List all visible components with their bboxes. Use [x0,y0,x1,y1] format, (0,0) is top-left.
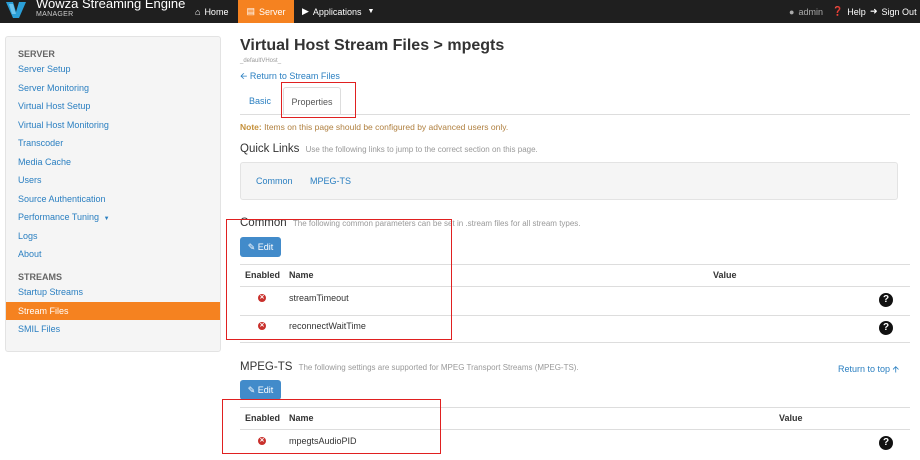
brand-title: Wowza Streaming Engine [36,0,186,11]
caret-down-icon: ▼ [103,216,110,222]
applications-icon: ▶ [302,6,309,16]
highlight-properties-tab [281,82,356,118]
quick-link-mpeg-ts[interactable]: MPEG-TS [310,176,351,186]
return-to-top-link[interactable]: Return to top 🡩 [838,362,899,378]
nav-help-label: Help [847,6,866,17]
sidebar-item-virtual-host-monitoring[interactable]: Virtual Host Monitoring [6,116,220,134]
sidebar-item-startup-streams[interactable]: Startup Streams [6,283,220,301]
nav-help[interactable]: ❓ Help [832,0,866,23]
mpegts-edit-label: Edit [257,385,274,395]
arrow-left-icon: 🡨 [240,71,248,81]
sidebar-heading-server: SERVER [18,49,55,59]
question-circle-icon[interactable]: ? [879,293,893,307]
advanced-note: Note: Items on this page should be confi… [240,122,508,132]
mpegts-col-value: Value [779,413,803,423]
note-text: Items on this page should be configured … [261,122,509,132]
top-navbar: Wowza Streaming Engine MANAGER ⌂ Home ▤ … [0,0,920,23]
pencil-icon: ✎ [247,385,256,395]
sidebar-item-stream-files[interactable]: Stream Files [6,302,220,320]
highlight-mpegts-section [222,399,441,454]
quick-link-common[interactable]: Common [256,176,293,186]
wowza-logo-icon [6,2,26,18]
question-circle-icon[interactable]: ? [879,321,893,335]
arrow-up-icon: 🡩 [892,364,900,374]
sidebar-item-performance-tuning[interactable]: Performance Tuning ▼ [6,208,220,226]
nav-home-label: Home [204,6,229,17]
question-circle-icon[interactable]: ? [879,436,893,450]
brand-subtitle: MANAGER [36,11,74,18]
quick-links-heading: Quick Links Use the following links to j… [240,143,538,155]
monitor-icon: ▤ [246,6,255,16]
sidebar-item-server-setup[interactable]: Server Setup [6,60,220,78]
nav-home[interactable]: ⌂ Home [195,0,228,23]
home-icon: ⌂ [195,6,201,17]
sidebar-item-server-monitoring[interactable]: Server Monitoring [6,79,220,97]
nav-signout-label: Sign Out [881,6,917,17]
mpegts-desc: The following settings are supported for… [298,363,579,372]
sidebar-item-virtual-host-setup[interactable]: Virtual Host Setup [6,97,220,115]
vhost-label: _defaultVHost_ [240,58,282,64]
return-link-label: Return to Stream Files [249,71,340,81]
nav-applications[interactable]: ▶ Applications ▼ [302,0,374,23]
sidebar-item-media-cache[interactable]: Media Cache [6,153,220,171]
nav-applications-label: Applications [312,6,362,17]
caret-down-icon: ▼ [367,8,375,15]
help-icon: ❓ [832,6,844,16]
sidebar-heading-streams: STREAMS [18,272,63,282]
sidebar-item-source-authentication[interactable]: Source Authentication [6,190,220,208]
quick-links-desc: Use the following links to jump to the c… [305,145,538,154]
nav-signout[interactable]: ➜ Sign Out [870,0,917,23]
return-top-label: Return to top [838,364,891,374]
user-icon: ● [789,6,795,17]
sign-out-icon: ➜ [870,6,878,16]
tab-basic[interactable]: Basic [240,87,280,115]
nav-admin[interactable]: ● admin [789,0,823,23]
sidebar-item-smil-files[interactable]: SMIL Files [6,320,220,338]
common-table-bottom-border [240,342,910,343]
nav-server-label: Server [259,6,286,17]
sidebar-item-performance-tuning-label: Performance Tuning [18,212,100,222]
nav-server[interactable]: ▤ Server [238,0,294,23]
sidebar-item-about[interactable]: About [6,245,220,263]
sidebar-item-logs[interactable]: Logs [6,227,220,245]
mpegts-heading: MPEG-TS The following settings are suppo… [240,361,579,373]
common-col-value: Value [713,270,737,280]
highlight-common-section [226,219,452,340]
mpegts-edit-button[interactable]: ✎ Edit [240,380,281,400]
page-title: Virtual Host Stream Files > mpegts [240,37,505,54]
sidebar: SERVER Server Setup Server Monitoring Vi… [5,36,221,352]
sidebar-item-transcoder[interactable]: Transcoder [6,134,220,152]
quick-links-title: Quick Links [240,143,300,155]
sidebar-item-users[interactable]: Users [6,171,220,189]
nav-admin-label: admin [798,6,823,17]
mpegts-title: MPEG-TS [240,361,293,373]
note-label: Note: [240,122,262,132]
